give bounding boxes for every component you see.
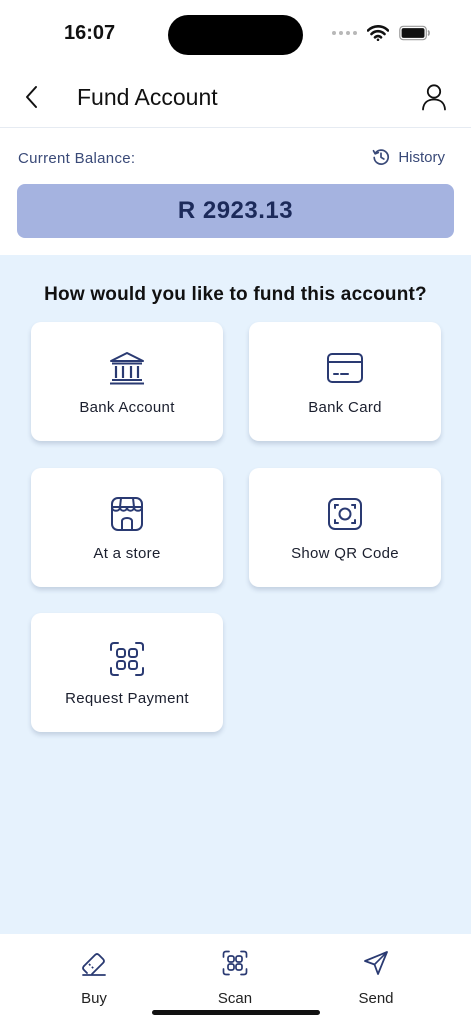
option-label: Bank Card <box>308 399 382 416</box>
nav-scan[interactable]: Scan <box>195 948 275 1007</box>
voucher-icon <box>79 948 109 978</box>
bank-icon <box>108 349 146 387</box>
balance-label: Current Balance: <box>18 150 136 167</box>
request-grid-icon <box>108 640 146 678</box>
option-show-qr-code[interactable]: Show QR Code <box>249 468 441 587</box>
home-indicator[interactable] <box>152 1010 320 1015</box>
nav-label: Buy <box>81 990 107 1007</box>
nav-buy[interactable]: Buy <box>54 948 134 1007</box>
nav-label: Send <box>358 990 394 1007</box>
chevron-left-icon <box>26 86 37 108</box>
user-icon <box>422 84 446 111</box>
nav-label: Scan <box>217 990 253 1007</box>
option-request-payment[interactable]: Request Payment <box>31 613 223 732</box>
history-button[interactable]: History <box>372 148 445 166</box>
signal-dots-icon <box>332 31 357 35</box>
fund-question: How would you like to fund this account? <box>44 284 427 305</box>
send-icon <box>361 948 391 978</box>
status-time: 16:07 <box>64 22 116 44</box>
option-bank-card[interactable]: Bank Card <box>249 322 441 441</box>
nav-send[interactable]: Send <box>336 948 416 1007</box>
card-icon <box>326 349 364 387</box>
page-title: Fund Account <box>77 84 218 110</box>
history-icon <box>372 149 390 165</box>
option-label: Request Payment <box>65 690 189 707</box>
store-icon <box>108 495 146 533</box>
qr-frame-icon <box>326 495 364 533</box>
balance-value: R 2923.13 <box>177 197 294 224</box>
wifi-icon <box>367 25 389 41</box>
option-at-a-store[interactable]: At a store <box>31 468 223 587</box>
balance-section: Current Balance: History R 2923.13 <box>0 128 471 255</box>
option-label: At a store <box>93 545 161 562</box>
status-icons <box>332 25 431 41</box>
header: Fund Account <box>0 70 471 128</box>
dynamic-island <box>168 15 303 55</box>
history-label: History <box>398 148 445 166</box>
profile-button[interactable] <box>419 81 449 113</box>
fund-options-panel: How would you like to fund this account?… <box>0 255 471 934</box>
option-label: Bank Account <box>79 399 175 416</box>
status-bar: 16:07 <box>0 0 471 70</box>
option-bank-account[interactable]: Bank Account <box>31 322 223 441</box>
back-button[interactable] <box>18 82 46 112</box>
option-label: Show QR Code <box>291 545 399 562</box>
scan-icon <box>220 948 250 978</box>
battery-icon <box>399 25 430 41</box>
balance-display: R 2923.13 <box>17 184 454 238</box>
